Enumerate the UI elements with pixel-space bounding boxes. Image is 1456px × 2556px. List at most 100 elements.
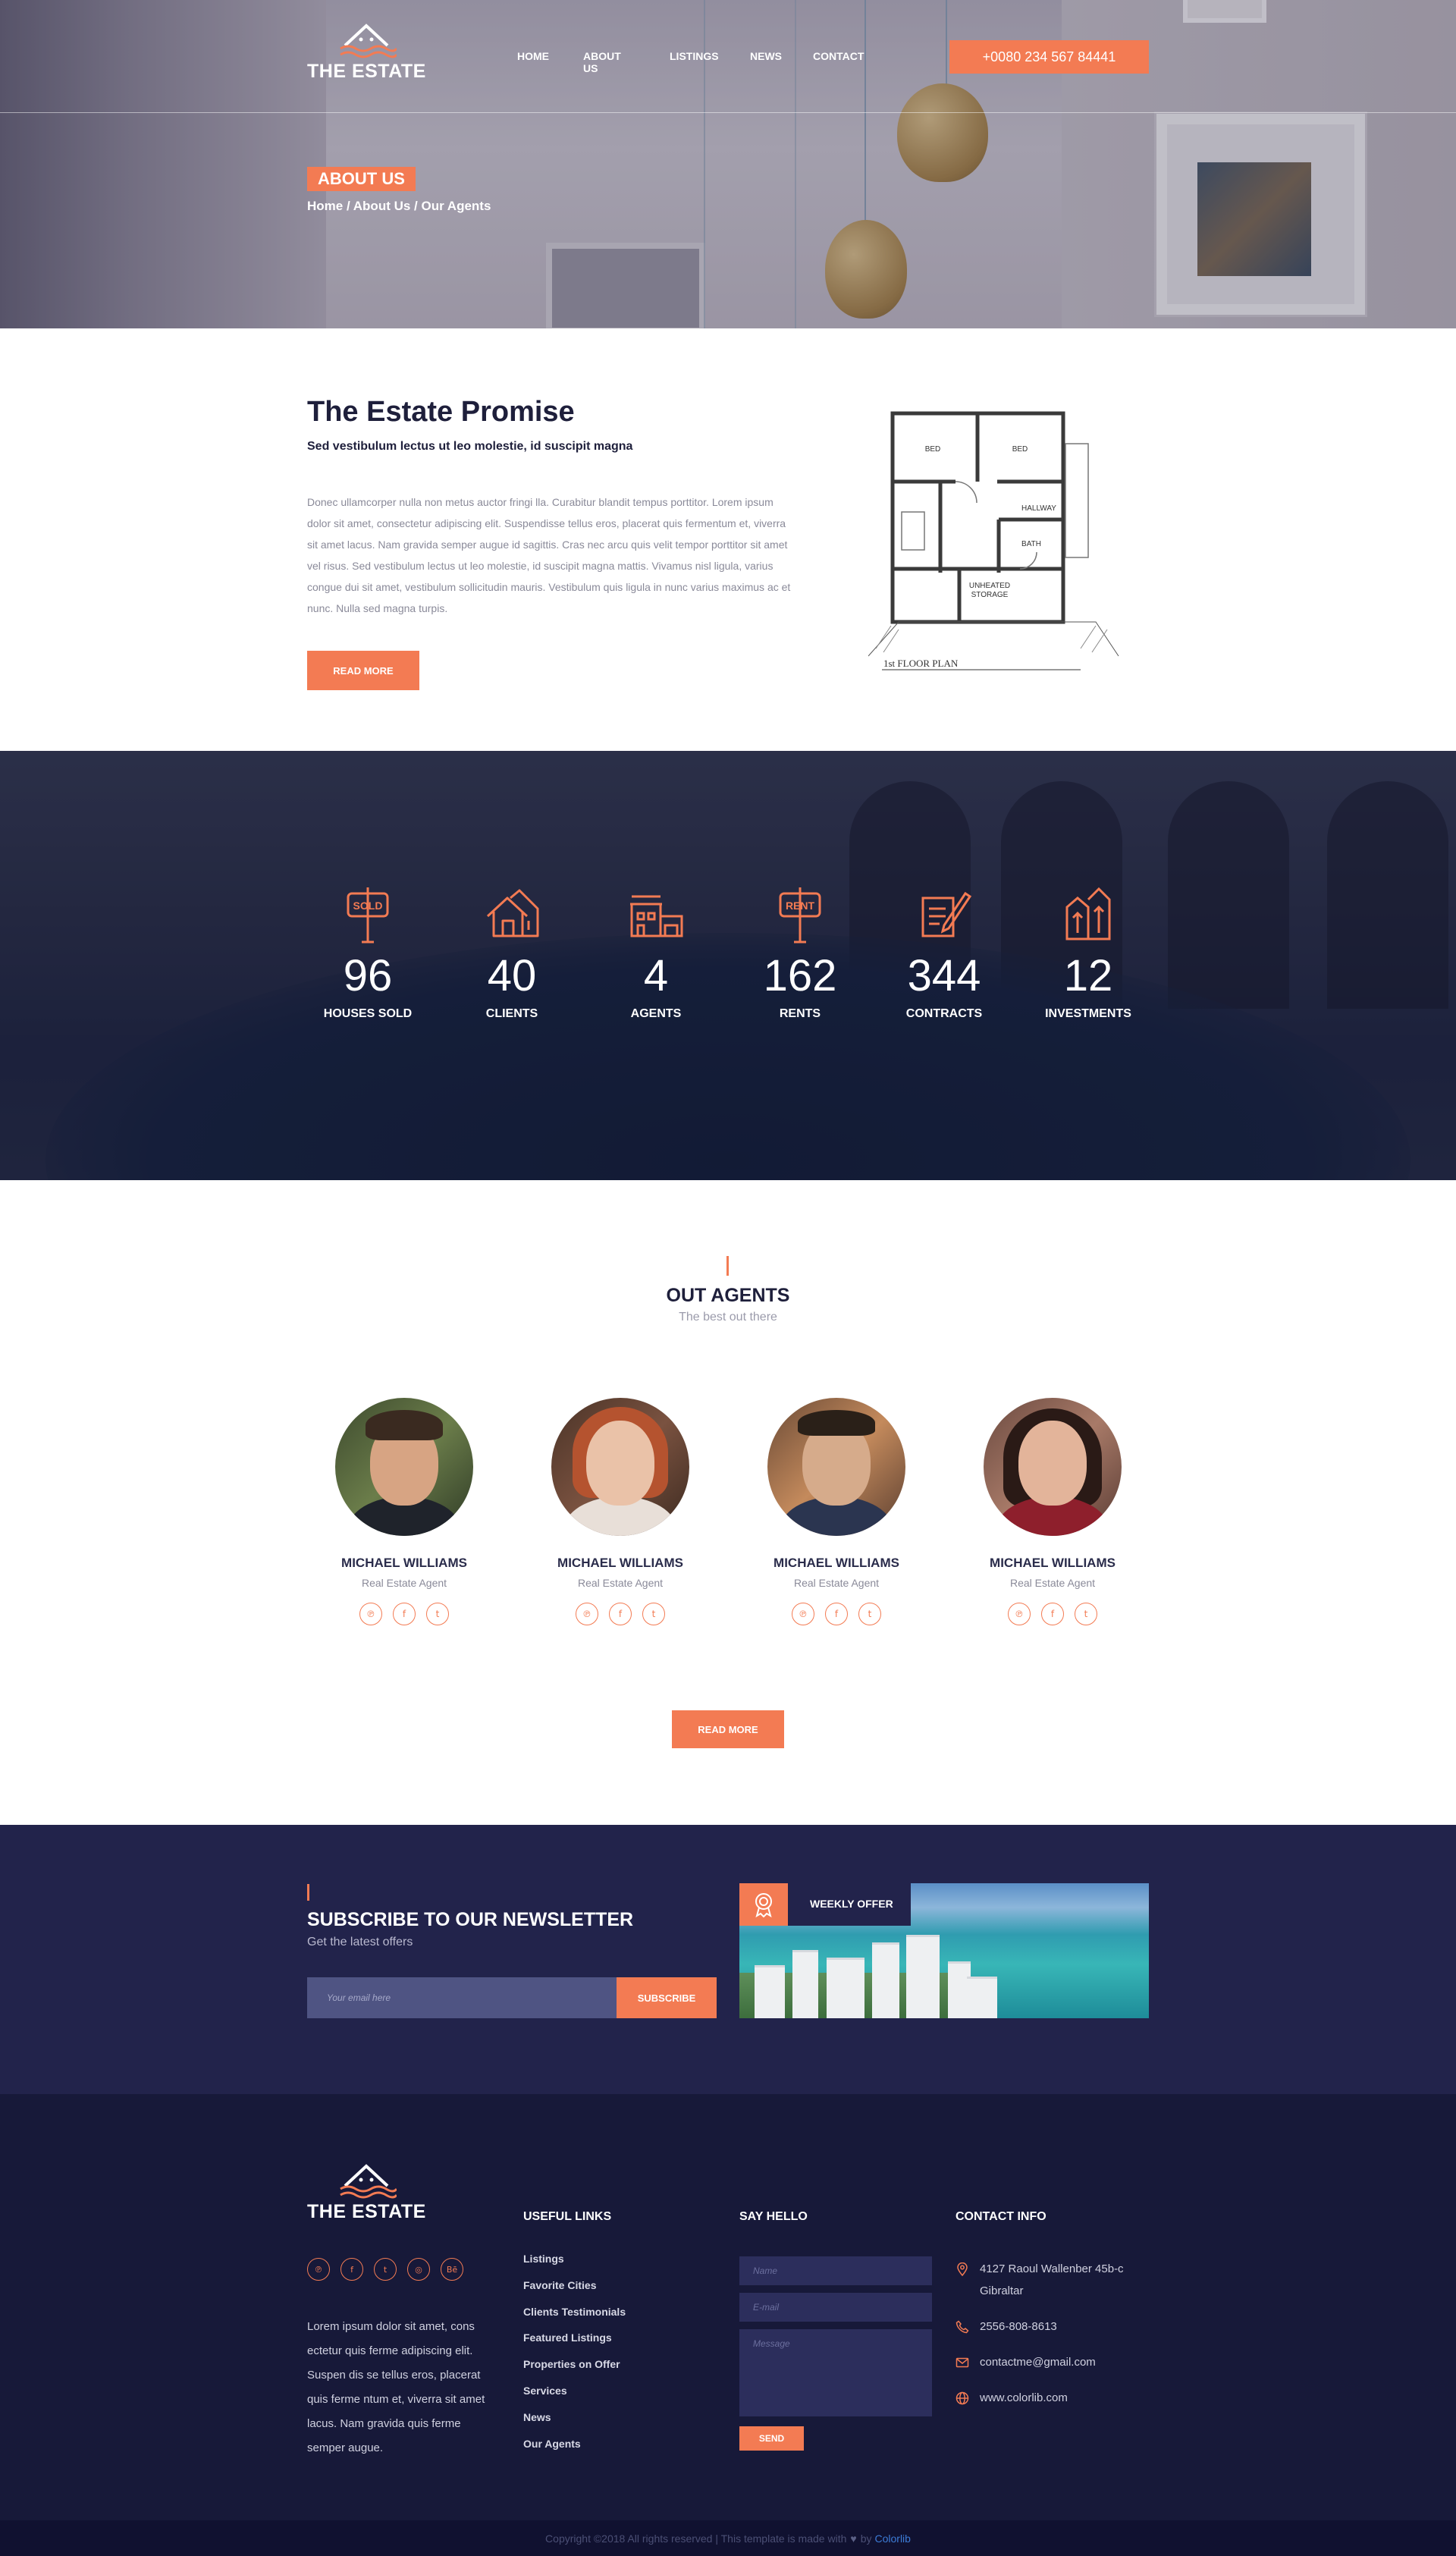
section-accent-line — [307, 1884, 309, 1901]
footer-logo[interactable]: THE ESTATE — [307, 2162, 426, 2223]
pinterest-icon[interactable]: ℗ — [792, 1603, 814, 1625]
weekly-offer-label: WEEKLY OFFER — [810, 1898, 893, 1910]
globe-icon — [956, 2391, 969, 2405]
twitter-icon[interactable]: t — [374, 2258, 397, 2281]
contact-info-title: CONTACT INFO — [956, 2210, 1046, 2223]
footer-link[interactable]: Properties on Offer — [523, 2355, 626, 2382]
behance-icon[interactable]: Bē — [441, 2258, 463, 2281]
twitter-icon[interactable]: t — [858, 1603, 881, 1625]
floorplan-room-label: BED — [1012, 445, 1028, 454]
header-divider — [0, 112, 1456, 113]
house-icon — [486, 889, 539, 937]
badge-icon — [739, 1883, 788, 1926]
stat-value: 344 — [907, 951, 981, 1000]
logo-text: THE ESTATE — [307, 2201, 426, 2222]
sold-sign-icon: SOLD — [347, 887, 389, 944]
say-hello-title: SAY HELLO — [739, 2210, 808, 2223]
read-more-button[interactable]: READ MORE — [307, 651, 419, 690]
building-icon — [630, 895, 683, 937]
agent-socials: ℗ f t — [1008, 1603, 1097, 1625]
contact-email[interactable]: contactme@gmail.com — [956, 2355, 1139, 2373]
footer-link[interactable]: Services — [523, 2382, 626, 2408]
stat-label: INVESTMENTS — [1045, 1007, 1131, 1020]
newsletter-email-input[interactable] — [307, 1977, 617, 2018]
stat-rents: RENT 162 RENTS — [728, 886, 872, 1021]
site-logo[interactable]: THE ESTATE — [307, 21, 426, 83]
nav-about-us[interactable]: ABOUT US — [583, 50, 621, 74]
promise-subtitle: Sed vestibulum lectus ut leo molestie, i… — [307, 440, 633, 453]
stat-contracts: 344 CONTRACTS — [872, 886, 1016, 1021]
section-accent-line — [726, 1256, 729, 1276]
subscribe-button[interactable]: SUBSCRIBE — [617, 1977, 717, 2018]
agent-role: Real Estate Agent — [793, 1577, 880, 1589]
twitter-icon[interactable]: t — [426, 1603, 449, 1625]
footer-link[interactable]: Listings — [523, 2250, 626, 2276]
useful-links-list: Listings Favorite Cities Clients Testimo… — [523, 2250, 626, 2460]
footer-link[interactable]: Favorite Cities — [523, 2276, 626, 2303]
breadcrumb: Home / About Us / Our Agents — [307, 199, 491, 213]
stat-value: 96 — [343, 951, 393, 1000]
nav-news[interactable]: NEWS — [750, 50, 782, 62]
agent-role: Real Estate Agent — [1009, 1577, 1096, 1589]
footer-link[interactable]: News — [523, 2408, 626, 2435]
stat-value: 12 — [1063, 951, 1113, 1000]
nav-home[interactable]: HOME — [517, 50, 549, 62]
logo-text: THE ESTATE — [307, 61, 426, 82]
agent-socials: ℗ f t — [576, 1603, 665, 1625]
floorplan-room-label: BATH — [1021, 540, 1041, 548]
envelope-icon — [956, 2357, 969, 2368]
floorplan-room-label: UNHEATED — [969, 582, 1010, 590]
nav-listings[interactable]: LISTINGS — [670, 50, 719, 62]
contact-email-input[interactable] — [739, 2293, 932, 2322]
logo-icon — [340, 24, 397, 58]
contact-website[interactable]: www.colorlib.com — [956, 2391, 1139, 2409]
floor-plan-image: BED BED HALLWAY BATH UNHEATED STORAGE 1s… — [868, 398, 1126, 679]
phone-icon — [956, 2320, 969, 2334]
pinterest-icon[interactable]: ℗ — [307, 2258, 330, 2281]
stat-value: 4 — [643, 951, 669, 1000]
colorlib-link[interactable]: Colorlib — [874, 2532, 910, 2545]
footer-link[interactable]: Our Agents — [523, 2435, 626, 2461]
newsletter-title: SUBSCRIBE TO OUR NEWSLETTER — [307, 1909, 634, 1930]
twitter-icon[interactable]: t — [1075, 1603, 1097, 1625]
stat-investments: 12 INVESTMENTS — [1016, 886, 1160, 1021]
phone-button[interactable]: +0080 234 567 84441 — [949, 40, 1149, 74]
pinterest-icon[interactable]: ℗ — [359, 1603, 382, 1625]
floorplan-room-label: BED — [925, 445, 941, 454]
svg-text:SOLD: SOLD — [353, 900, 383, 912]
agent-card: MICHAEL WILLIAMS Real Estate Agent ℗ f t — [529, 1398, 711, 1625]
send-button[interactable]: SEND — [739, 2426, 804, 2451]
contact-phone[interactable]: 2556-808-8613 — [956, 2319, 1139, 2338]
agent-photo — [984, 1398, 1122, 1536]
agent-photo — [335, 1398, 473, 1536]
nav-contact[interactable]: CONTACT — [813, 50, 864, 62]
stat-label: CLIENTS — [485, 1007, 538, 1020]
dribbble-icon[interactable]: ◎ — [407, 2258, 430, 2281]
agent-name: MICHAEL WILLIAMS — [557, 1556, 683, 1570]
facebook-icon[interactable]: f — [393, 1603, 416, 1625]
stat-label: HOUSES SOLD — [323, 1007, 413, 1020]
promise-title: The Estate Promise — [307, 396, 575, 428]
agent-name: MICHAEL WILLIAMS — [774, 1556, 899, 1570]
contact-message-input[interactable] — [739, 2329, 932, 2416]
rent-sign-icon: RENT — [779, 887, 821, 944]
footer-link[interactable]: Featured Listings — [523, 2328, 626, 2355]
map-pin-icon — [957, 2262, 968, 2276]
facebook-icon[interactable]: f — [825, 1603, 848, 1625]
agent-name: MICHAEL WILLIAMS — [341, 1556, 467, 1570]
contact-address: 4127 Raoul Wallenber 45b-c Gibraltar — [956, 2262, 1139, 2302]
pinterest-icon[interactable]: ℗ — [576, 1603, 598, 1625]
agent-card: MICHAEL WILLIAMS Real Estate Agent ℗ f t — [313, 1398, 495, 1625]
heart-icon: ♥ — [850, 2532, 857, 2545]
agents-read-more-button[interactable]: READ MORE — [672, 1710, 784, 1748]
agent-socials: ℗ f t — [359, 1603, 449, 1625]
contact-name-input[interactable] — [739, 2256, 932, 2285]
twitter-icon[interactable]: t — [642, 1603, 665, 1625]
facebook-icon[interactable]: f — [340, 2258, 363, 2281]
pinterest-icon[interactable]: ℗ — [1008, 1603, 1031, 1625]
agent-name: MICHAEL WILLIAMS — [990, 1556, 1116, 1570]
facebook-icon[interactable]: f — [1041, 1603, 1064, 1625]
footer-link[interactable]: Clients Testimonials — [523, 2303, 626, 2329]
facebook-icon[interactable]: f — [609, 1603, 632, 1625]
stat-label: RENTS — [779, 1007, 821, 1020]
